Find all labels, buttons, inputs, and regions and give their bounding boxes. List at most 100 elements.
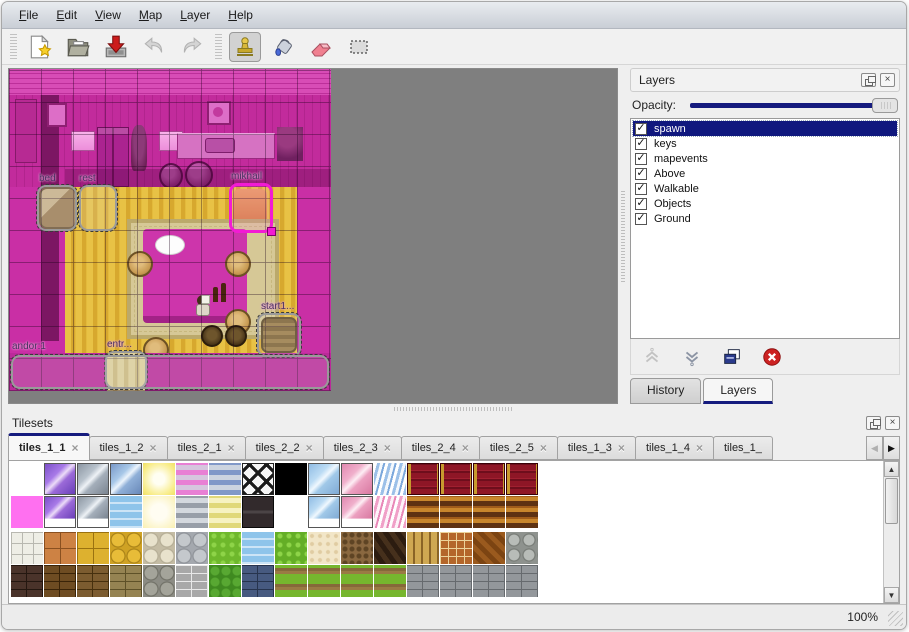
layer-visibility-checkbox[interactable]: ✓ [635,153,647,165]
layer-visibility-checkbox[interactable]: ✓ [635,138,647,150]
layer-list[interactable]: ✓ spawn ✓ keys ✓ mapevents ✓ Above ✓ W [630,118,900,339]
tile-wall-stone[interactable] [143,565,175,597]
close-tab-icon[interactable]: × [384,441,391,455]
layer-row-ground[interactable]: ✓ Ground [633,211,897,226]
tile-glow[interactable] [143,463,175,495]
menu-layer[interactable]: Layer [171,4,219,26]
tab-layers[interactable]: Layers [703,378,773,404]
tile-water2[interactable] [242,532,274,564]
tile-grass-path[interactable] [374,565,406,597]
scrollbar-track[interactable] [884,525,899,587]
tileset-tab[interactable]: tiles_1_ [713,436,773,460]
tile-grass-path[interactable] [275,565,307,597]
close-tab-icon[interactable]: × [150,441,157,455]
tile-curtain-pink[interactable] [374,496,406,528]
tile-herringbone[interactable] [473,532,505,564]
layer-visibility-checkbox[interactable]: ✓ [635,183,647,195]
tileset-tab[interactable]: tiles_2_1 × [167,436,246,460]
scroll-down-button[interactable]: ▼ [884,587,899,603]
float-panel-icon[interactable] [866,416,881,430]
close-tab-icon[interactable]: × [696,441,703,455]
map-object-andor[interactable] [11,355,329,389]
tile-glass-purple[interactable] [44,463,76,495]
tile-hedge[interactable] [209,565,241,597]
palette-scrollbar[interactable]: ▲ ▼ [883,461,899,603]
tileset-tab[interactable]: tiles_1_1 × [8,433,90,460]
tile-sign[interactable] [242,496,274,528]
opacity-slider-handle[interactable] [872,98,898,113]
tileset-tab[interactable]: tiles_1_2 × [89,436,168,460]
menu-view[interactable]: View [86,4,130,26]
tile-wall-dark[interactable] [11,565,43,597]
toolbar-drag-handle[interactable] [10,34,17,60]
tile-grass2[interactable] [275,532,307,564]
tile-stripe-wood[interactable] [506,496,538,528]
map-content[interactable]: bed rest mikhail start1... entr... andor… [9,69,331,391]
map-object-rest[interactable] [79,185,117,231]
tile-stripe-yellow[interactable] [209,496,241,528]
layer-visibility-checkbox[interactable]: ✓ [635,198,647,210]
rect-select-tool-button[interactable] [343,32,375,62]
splitter-grip[interactable] [621,191,625,283]
layer-row-mapevents[interactable]: ✓ mapevents [633,151,897,166]
map-object-bed[interactable] [37,185,77,231]
tileset-tab[interactable]: tiles_2_3 × [323,436,402,460]
fill-tool-button[interactable] [267,32,299,62]
tile-glass-purple-sm[interactable] [44,496,76,528]
tile-cobble[interactable] [143,532,175,564]
layer-row-spawn[interactable]: ✓ spawn [633,121,897,136]
tile-water[interactable] [110,496,142,528]
scroll-tabs-right-button[interactable]: ▶ [883,436,900,460]
opacity-slider-track[interactable] [690,103,898,108]
tile-tile-yellow[interactable] [77,532,109,564]
menu-help[interactable]: Help [219,4,262,26]
tile-sand[interactable] [308,532,340,564]
tile-planks-dark[interactable] [374,532,406,564]
tile-stripe-wood[interactable] [407,496,439,528]
layer-visibility-checkbox[interactable]: ✓ [635,123,647,135]
tile-tile-orange[interactable] [44,532,76,564]
tile-stripe-blue[interactable] [209,463,241,495]
tileset-tab[interactable]: tiles_2_5 × [479,436,558,460]
tile-brick-weave[interactable] [440,532,472,564]
tile-brick-gray[interactable] [176,565,208,597]
close-tab-icon[interactable]: × [306,441,313,455]
tile-glow-pale[interactable] [143,496,175,528]
close-panel-icon[interactable]: × [880,73,895,87]
close-tab-icon[interactable]: × [618,441,625,455]
tab-history[interactable]: History [630,378,701,404]
tile-pink[interactable] [11,496,43,528]
close-panel-icon[interactable]: × [885,416,900,430]
tile-stripe-pink[interactable] [176,463,208,495]
tile-lattice[interactable] [242,463,274,495]
tile-blank[interactable] [11,463,43,495]
tile-brick-blue[interactable] [242,565,274,597]
tile-carpet-red[interactable] [407,463,439,495]
delete-layer-button[interactable] [761,346,783,368]
tile-blank[interactable] [275,496,307,528]
scrollbar-thumb[interactable] [885,478,898,524]
layer-visibility-checkbox[interactable]: ✓ [635,213,647,225]
tile-logs[interactable] [506,532,538,564]
move-layer-down-button[interactable] [681,346,703,368]
layer-row-keys[interactable]: ✓ keys [633,136,897,151]
close-tab-icon[interactable]: × [228,441,235,455]
horizontal-splitter[interactable] [2,404,906,413]
vertical-splitter[interactable] [618,68,628,404]
menu-file[interactable]: File [10,4,47,26]
tile-wall-gray[interactable] [506,565,538,597]
close-tab-icon[interactable]: × [540,441,547,455]
tile-glass-ltblue-sm[interactable] [308,496,340,528]
tile-wall-mud[interactable] [77,565,109,597]
menu-edit[interactable]: Edit [47,4,86,26]
layer-row-walkable[interactable]: ✓ Walkable [633,181,897,196]
tile-wall-gray[interactable] [473,565,505,597]
opacity-slider[interactable] [690,97,898,113]
tile-grass-path[interactable] [308,565,340,597]
tile-stripe-gray[interactable] [176,496,208,528]
map-object-start[interactable] [257,313,301,357]
tile-carpet-red[interactable] [506,463,538,495]
splitter-grip[interactable] [394,407,514,411]
tile-glass-gray[interactable] [77,463,109,495]
tile-wall-gray[interactable] [407,565,439,597]
